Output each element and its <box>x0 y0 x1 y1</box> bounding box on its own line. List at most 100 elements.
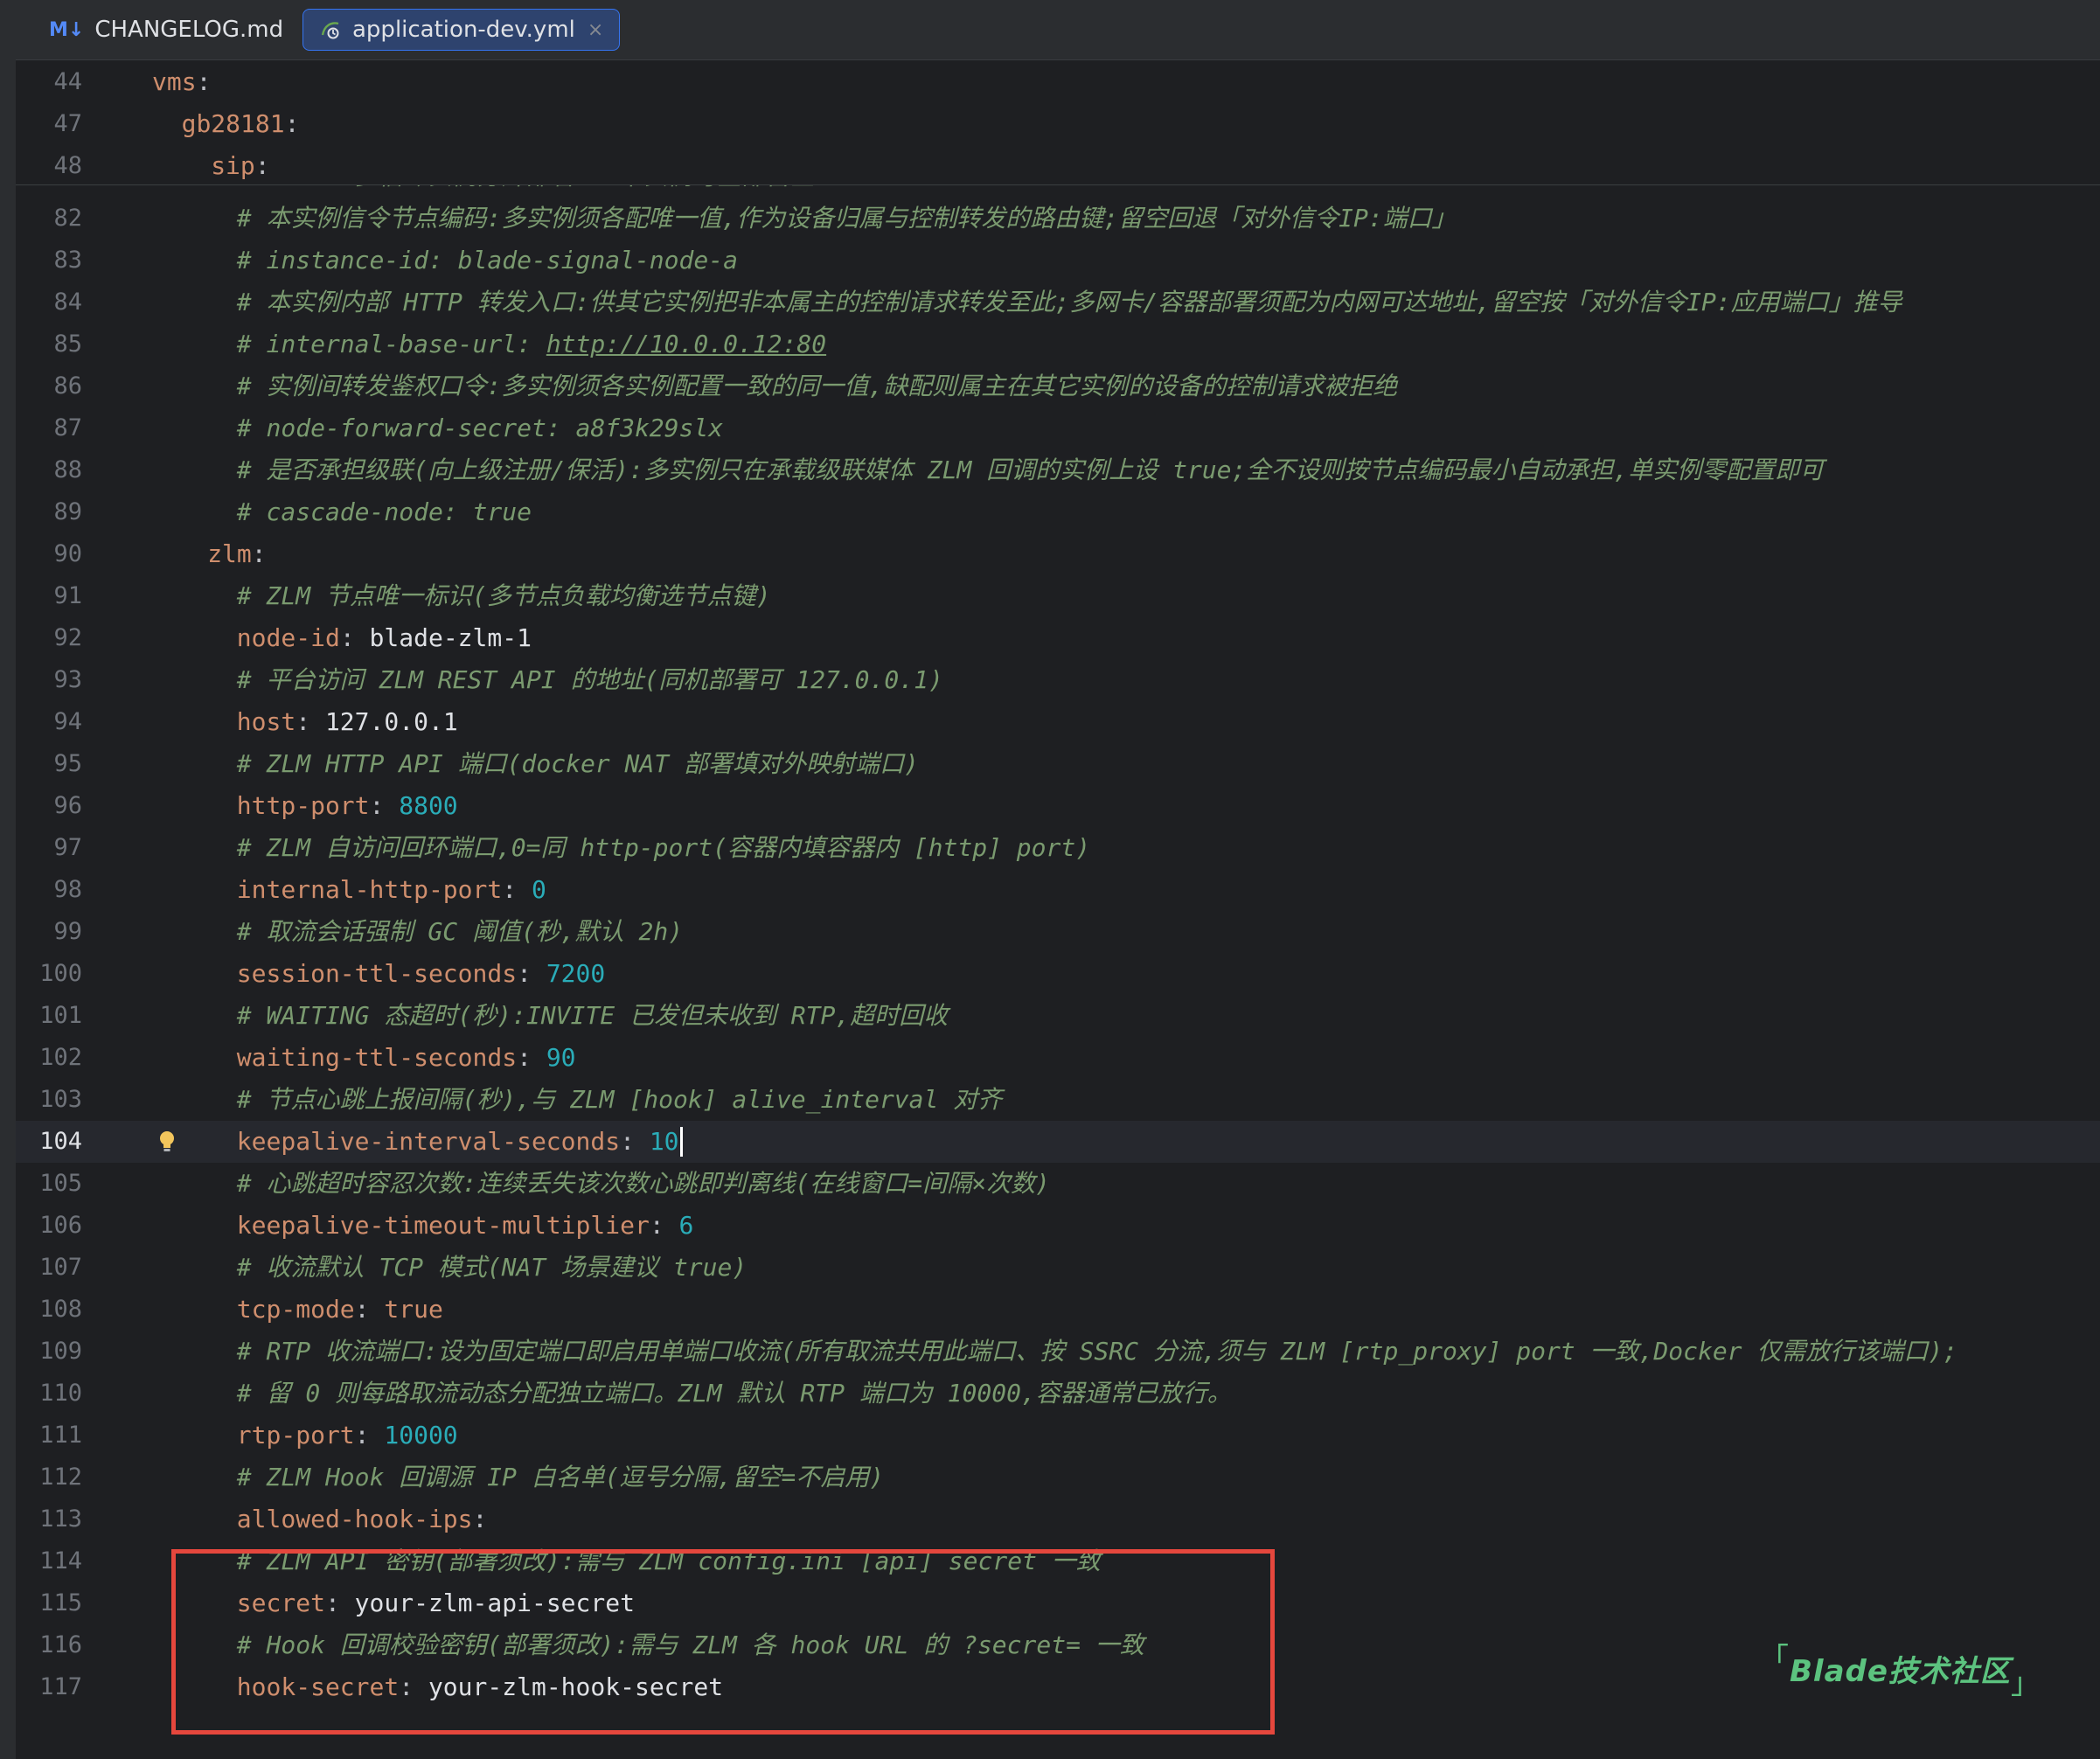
code-line[interactable]: 84 # 本实例内部 HTTP 转发入口:供其它实例把非本属主的控制请求转发至此;… <box>16 282 2100 323</box>
tab-label: application-dev.yml <box>352 17 575 43</box>
code-line[interactable]: 94 host: 127.0.0.1 <box>16 701 2100 743</box>
intention-bulb-icon[interactable] <box>157 1130 177 1154</box>
yaml-comment: # ZLM 自访问回环端口,0=同 http-port(容器内填容器内 [htt… <box>236 833 1091 862</box>
code-line[interactable]: 109 # RTP 收流端口:设为固定端口即启用单端口收流(所有取流共用此端口、按… <box>16 1331 2100 1373</box>
yaml-key: sip <box>211 151 255 180</box>
code-line[interactable]: 95 # ZLM HTTP API 端口(docker NAT 部署填对外映射端口… <box>16 743 2100 785</box>
code-line[interactable]: 100 session-ttl-seconds: 7200 <box>16 953 2100 995</box>
yaml-comment: # 本实例内部 HTTP 转发入口:供其它实例把非本属主的控制请求转发至此;多网… <box>236 288 1902 316</box>
code-line[interactable]: 101 # WAITING 态超时(秒):INVITE 已发但未收到 RTP,超时… <box>16 995 2100 1037</box>
code-content: # 收流默认 TCP 模式(NAT 场景建议 true) <box>237 1247 747 1289</box>
line-number: 113 <box>39 1505 82 1533</box>
code-line[interactable]: 97 # ZLM 自访问回环端口,0=同 http-port(容器内填容器内 [h… <box>16 827 2100 869</box>
code-line[interactable]: 92 node-id: blade-zlm-1 <box>16 617 2100 659</box>
line-number: 117 <box>39 1673 82 1700</box>
code-line[interactable]: 83 # instance-id: blade-signal-node-a <box>16 240 2100 282</box>
yaml-key: vms <box>152 67 197 96</box>
code-content: # ZLM HTTP API 端口(docker NAT 部署填对外映射端口) <box>237 743 919 785</box>
tab-changelog[interactable]: M↓ CHANGELOG.md <box>33 9 299 51</box>
code-line[interactable]: 82 # 本实例信令节点编码:多实例须各配唯一值,作为设备归属与控制转发的路由键;… <box>16 198 2100 240</box>
line-number: 92 <box>53 624 82 651</box>
yaml-value: 8800 <box>399 791 458 820</box>
yaml-colon: : <box>284 109 300 138</box>
yaml-comment: # RTP 收流端口:设为固定端口即启用单端口收流(所有取流共用此端口、按 SS… <box>236 1337 1958 1366</box>
code-line[interactable]: 107 # 收流默认 TCP 模式(NAT 场景建议 true) <box>16 1247 2100 1289</box>
line-number: 83 <box>53 247 82 274</box>
line-number: 99 <box>53 918 82 945</box>
code-line[interactable]: 108 tcp-mode: true <box>16 1289 2100 1331</box>
code-line[interactable]: 102 waiting-ttl-seconds: 90 <box>16 1037 2100 1079</box>
code-line[interactable]: 110 # 留 0 则每路取流动态分配独立端口。ZLM 默认 RTP 端口为 10… <box>16 1373 2100 1415</box>
code-line[interactable]: 98 internal-http-port: 0 <box>16 869 2100 911</box>
yaml-key: keepalive-interval-seconds <box>236 1127 621 1156</box>
line-number: 106 <box>39 1212 82 1239</box>
code-line[interactable]: 81 # ===== 多信令实例分片部署 · 单实例可全部留空 ===== <box>16 185 2100 198</box>
yaml-value: 90 <box>546 1043 576 1072</box>
line-number: 108 <box>39 1296 82 1323</box>
line-number: 98 <box>53 876 82 903</box>
yaml-colon: : <box>472 1505 488 1533</box>
code-content: vms: <box>152 61 211 103</box>
yaml-key: waiting-ttl-seconds <box>236 1043 518 1072</box>
code-line[interactable]: 91 # ZLM 节点唯一标识(多节点负载均衡选节点键) <box>16 575 2100 617</box>
code-line[interactable]: 112 # ZLM Hook 回调源 IP 白名单(逗号分隔,留空=不启用) <box>16 1457 2100 1498</box>
close-tab-icon[interactable]: × <box>588 19 603 41</box>
code-editor[interactable]: 81 # ===== 多信令实例分片部署 · 单实例可全部留空 ===== 82 # … <box>16 185 2100 1759</box>
code-line[interactable]: 105 # 心跳超时容忍次数:连续丢失该次数心跳即判离线(在线窗口=间隔×次数) <box>16 1163 2100 1205</box>
code-line[interactable]: 103 # 节点心跳上报间隔(秒),与 ZLM [hook] alive_inte… <box>16 1079 2100 1121</box>
comment-link: http://10.0.0.12:80 <box>546 330 827 358</box>
code-content: # cascade-node: true <box>237 491 532 533</box>
yaml-key: gb28181 <box>181 109 285 138</box>
code-line[interactable]: 44 vms: <box>16 61 2100 103</box>
code-content: # internal-base-url: http://10.0.0.12:80 <box>237 323 826 365</box>
markdown-icon: M↓ <box>49 18 85 41</box>
code-content: # WAITING 态超时(秒):INVITE 已发但未收到 RTP,超时回收 <box>237 995 948 1037</box>
yaml-value: 10 <box>649 1127 679 1156</box>
line-number: 88 <box>53 456 82 483</box>
watermark-text: Blade技术社区 <box>1790 1654 2011 1689</box>
yaml-colon: : <box>296 707 311 736</box>
code-line[interactable]: 85 # internal-base-url: http://10.0.0.12:… <box>16 323 2100 365</box>
code-line[interactable]: 47 gb28181: <box>16 103 2100 145</box>
code-content: host: 127.0.0.1 <box>237 701 458 743</box>
code-content: # instance-id: blade-signal-node-a <box>237 240 738 282</box>
line-number: 44 <box>53 68 82 95</box>
line-number: 86 <box>53 372 82 400</box>
line-number: 100 <box>39 960 82 987</box>
line-number: 104 <box>39 1128 82 1155</box>
yaml-colon: : <box>502 875 518 904</box>
code-line[interactable]: 89 # cascade-node: true <box>16 491 2100 533</box>
code-line[interactable]: 93 # 平台访问 ZLM REST API 的地址(同机部署可 127.0.0.… <box>16 659 2100 701</box>
code-content: http-port: 8800 <box>237 785 458 827</box>
code-line[interactable]: 90 zlm: <box>16 533 2100 575</box>
line-number: 107 <box>39 1254 82 1281</box>
code-line[interactable]: 113 allowed-hook-ips: <box>16 1498 2100 1540</box>
code-content: keepalive-timeout-multiplier: 6 <box>237 1205 694 1247</box>
yaml-value: 0 <box>531 875 546 904</box>
line-number: 90 <box>53 540 82 567</box>
code-line[interactable]: 87 # node-forward-secret: a8f3k29slx <box>16 407 2100 449</box>
code-line[interactable]: 111 rtp-port: 10000 <box>16 1415 2100 1457</box>
yaml-comment: # 心跳超时容忍次数:连续丢失该次数心跳即判离线(在线窗口=间隔×次数) <box>236 1169 1050 1198</box>
code-line[interactable]: 88 # 是否承担级联(向上级注册/保活):多实例只在承载级联媒体 ZLM 回调的… <box>16 449 2100 491</box>
line-number: 111 <box>39 1422 82 1449</box>
code-line[interactable]: 96 http-port: 8800 <box>16 785 2100 827</box>
yaml-comment: # 节点心跳上报间隔(秒),与 ZLM [hook] alive_interva… <box>236 1085 1003 1114</box>
tab-application-dev-yml[interactable]: application-dev.yml × <box>302 9 621 51</box>
code-line-current[interactable]: 104 keepalive-interval-seconds: 10 <box>16 1121 2100 1163</box>
yaml-key: internal-http-port <box>236 875 503 904</box>
code-line[interactable]: 99 # 取流会话强制 GC 阈值(秒,默认 2h) <box>16 911 2100 953</box>
sticky-scroll-header: 44 vms: 47 gb28181: 48 sip: <box>16 60 2100 185</box>
code-line[interactable]: 106 keepalive-timeout-multiplier: 6 <box>16 1205 2100 1247</box>
code-line[interactable]: 48 sip: <box>16 145 2100 187</box>
code-line[interactable]: 86 # 实例间转发鉴权口令:多实例须各实例配置一致的同一值,缺配则属主在其它实例… <box>16 365 2100 407</box>
code-content: # 平台访问 ZLM REST API 的地址(同机部署可 127.0.0.1) <box>237 659 943 701</box>
code-content: sip: <box>211 145 269 187</box>
code-content: # node-forward-secret: a8f3k29slx <box>237 407 723 449</box>
